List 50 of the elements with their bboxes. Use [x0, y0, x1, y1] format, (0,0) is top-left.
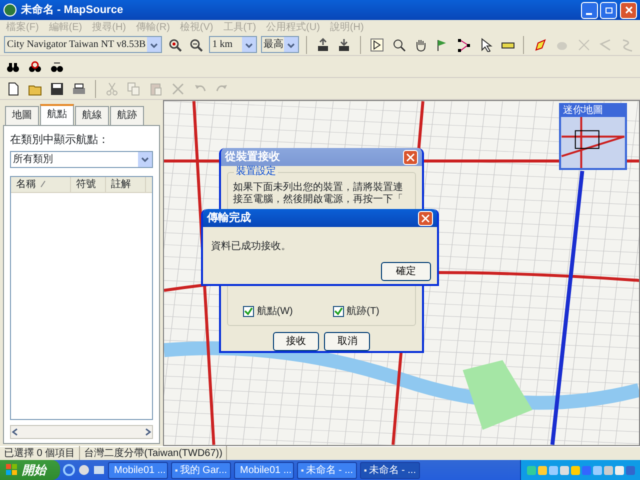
minimize-button[interactable]	[580, 2, 598, 18]
zoom-select[interactable]: 1 km	[209, 36, 257, 53]
mini-map-title: 迷你地圖	[561, 105, 625, 117]
close-button[interactable]	[403, 150, 418, 164]
app-icon	[3, 3, 17, 17]
sidebar-tab[interactable]: 地圖	[5, 106, 39, 125]
category-select[interactable]: 所有類別	[10, 150, 153, 168]
checkbox-option[interactable]: 航點(W)	[243, 304, 293, 319]
taskbar-button[interactable]: 未命名 - ...	[297, 462, 357, 478]
mini-map-drawing	[561, 117, 625, 168]
dialog-title: 從裝置接收	[225, 150, 280, 165]
detail-select[interactable]: 最高	[260, 36, 299, 53]
column-header[interactable]: 註解	[106, 176, 146, 192]
checkbox-option[interactable]: 航跡(T)	[332, 304, 380, 319]
scroll-right-icon[interactable]	[144, 428, 152, 436]
sort-icon	[40, 180, 46, 188]
ok-button[interactable]: 確定	[381, 262, 431, 281]
close-icon	[421, 214, 430, 222]
sidebar-tab[interactable]: 航點	[40, 104, 74, 125]
horizontal-scrollbar[interactable]	[10, 425, 153, 439]
scroll-left-icon[interactable]	[11, 428, 19, 436]
dialog-title: 傳輸完成	[207, 210, 251, 226]
checkmark-icon	[244, 307, 253, 316]
taskbar-button[interactable]: Mobile01 ...	[108, 462, 168, 478]
browser-icon[interactable]	[63, 464, 75, 476]
windows-logo-icon	[6, 464, 18, 476]
sidebar-tab[interactable]: 航線	[75, 106, 109, 125]
instruction-text: 如果下面未列出您的裝置，請將裝置連接至電腦，然後開啟電源，再按一下「	[233, 182, 404, 206]
restore-button[interactable]	[600, 2, 618, 18]
group-label: 裝置設定	[234, 166, 278, 178]
close-button[interactable]	[620, 2, 637, 18]
close-button[interactable]	[418, 210, 433, 226]
category-label: 在類別中顯示航點：	[10, 132, 110, 148]
taskbar-button[interactable]: Mobile01 ...	[234, 462, 294, 478]
close-icon[interactable]	[624, 5, 634, 15]
sidebar-tab[interactable]: 航跡	[110, 106, 144, 125]
window-title: 未命名 - MapSource	[21, 2, 124, 18]
select-tool-icon[interactable]	[368, 36, 386, 54]
start-button[interactable]: 開始	[0, 460, 60, 480]
dialog-button[interactable]: 取消	[324, 332, 370, 351]
column-header[interactable]: 符號	[71, 176, 106, 192]
map-product-select[interactable]: City Navigator Taiwan NT v8.53B	[4, 36, 162, 53]
taskbar-button[interactable]: 未命名 - ...	[360, 462, 420, 478]
checkmark-icon	[334, 307, 343, 316]
restore-icon[interactable]	[604, 5, 614, 15]
taskbar-button[interactable]: 我的 Gar...	[171, 462, 231, 478]
column-header[interactable]: 名稱	[11, 176, 71, 192]
dialog-button[interactable]: 接收	[272, 332, 319, 351]
message-text: 資料已成功接收。	[210, 240, 292, 254]
close-icon	[406, 152, 415, 162]
